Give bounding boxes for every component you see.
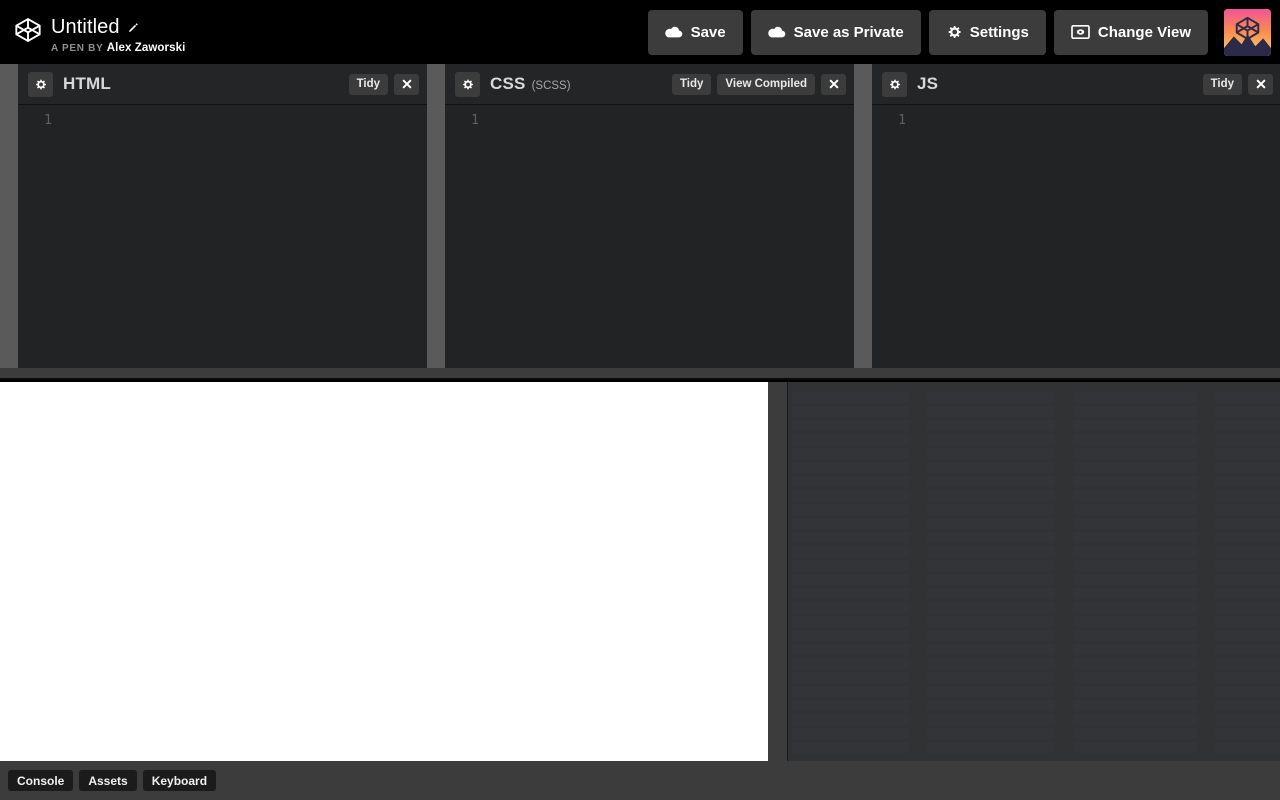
screen-icon bbox=[1071, 25, 1090, 39]
bottom-toolbar: Console Assets Keyboard bbox=[0, 761, 1280, 800]
pen-identity: Untitled A PEN BY Alex Zaworski bbox=[0, 10, 185, 55]
stage-area bbox=[0, 382, 1280, 761]
pen-title-row: Untitled bbox=[51, 16, 185, 38]
html-editor-label: HTML bbox=[63, 74, 112, 93]
user-avatar[interactable] bbox=[1224, 8, 1271, 56]
console-button[interactable]: Console bbox=[8, 770, 74, 791]
save-as-private-button[interactable]: Save as Private bbox=[750, 9, 921, 55]
css-tidy-button[interactable]: Tidy bbox=[671, 73, 712, 95]
settings-button[interactable]: Settings bbox=[928, 9, 1046, 55]
pen-author[interactable]: Alex Zaworski bbox=[107, 42, 186, 54]
css-settings-gear-icon[interactable] bbox=[455, 71, 480, 97]
editor-gutter-css-js[interactable] bbox=[854, 64, 872, 368]
cloud-icon bbox=[767, 25, 786, 39]
css-code-area[interactable]: 1 bbox=[445, 105, 854, 368]
html-editor-header: HTML Tidy bbox=[18, 64, 427, 105]
css-editor-header: CSS (SCSS) Tidy View Compiled bbox=[445, 64, 854, 105]
css-editor-preprocessor-label: (SCSS) bbox=[531, 80, 571, 92]
cloud-icon bbox=[664, 25, 683, 39]
save-button-label: Save bbox=[690, 23, 726, 41]
js-line-numbers: 1 bbox=[898, 113, 906, 128]
change-view-button-label: Change View bbox=[1097, 23, 1191, 41]
change-view-button[interactable]: Change View bbox=[1053, 9, 1208, 55]
keyboard-button[interactable]: Keyboard bbox=[142, 770, 217, 791]
assets-button[interactable]: Assets bbox=[79, 770, 137, 791]
top-header-bar: Untitled A PEN BY Alex Zaworski Save Sav… bbox=[0, 0, 1280, 64]
css-line-numbers: 1 bbox=[471, 113, 479, 128]
side-panel-placeholder bbox=[788, 382, 1280, 761]
css-view-compiled-button[interactable]: View Compiled bbox=[717, 73, 815, 95]
gear-icon bbox=[946, 24, 962, 40]
css-close-icon[interactable] bbox=[821, 73, 846, 95]
js-editor: JS Tidy 1 bbox=[872, 64, 1280, 368]
js-editor-header: JS Tidy bbox=[872, 64, 1280, 105]
preview-panel-resizer[interactable] bbox=[768, 382, 787, 761]
html-close-icon[interactable] bbox=[394, 73, 419, 95]
result-preview-iframe[interactable] bbox=[0, 382, 768, 761]
editor-gutter-html-css[interactable] bbox=[427, 64, 445, 368]
js-close-icon[interactable] bbox=[1248, 73, 1273, 95]
editor-gutter-left[interactable] bbox=[0, 64, 18, 368]
html-line-numbers: 1 bbox=[44, 113, 52, 128]
css-editor-label: CSS bbox=[490, 74, 526, 93]
header-actions: Save Save as Private Settings Change Vie… bbox=[647, 0, 1280, 64]
js-tidy-button[interactable]: Tidy bbox=[1202, 73, 1242, 95]
save-button[interactable]: Save bbox=[647, 9, 743, 55]
js-editor-label: JS bbox=[917, 74, 939, 93]
codepen-editor-app: Untitled A PEN BY Alex Zaworski Save Sav… bbox=[0, 0, 1280, 800]
pen-meta: Untitled A PEN BY Alex Zaworski bbox=[51, 10, 185, 55]
settings-button-label: Settings bbox=[969, 23, 1029, 41]
codepen-logo-icon[interactable] bbox=[14, 16, 42, 44]
side-detail-panel[interactable] bbox=[787, 382, 1280, 761]
html-editor: HTML Tidy 1 bbox=[18, 64, 427, 368]
save-as-private-button-label: Save as Private bbox=[793, 23, 904, 41]
byline-prefix: A PEN BY bbox=[51, 42, 104, 54]
pen-byline: A PEN BY Alex Zaworski bbox=[51, 42, 185, 55]
editors-row: HTML Tidy 1 CSS (SCSS) Tidy View Compile… bbox=[0, 64, 1280, 368]
html-tidy-button[interactable]: Tidy bbox=[348, 73, 388, 95]
html-code-area[interactable]: 1 bbox=[18, 105, 427, 368]
css-editor: CSS (SCSS) Tidy View Compiled 1 bbox=[445, 64, 854, 368]
pencil-icon[interactable] bbox=[127, 22, 139, 34]
html-settings-gear-icon[interactable] bbox=[28, 71, 53, 97]
js-settings-gear-icon[interactable] bbox=[882, 71, 907, 97]
editors-preview-resizer[interactable] bbox=[0, 368, 1280, 380]
page-title[interactable]: Untitled bbox=[51, 16, 120, 38]
js-code-area[interactable]: 1 bbox=[872, 105, 1280, 368]
